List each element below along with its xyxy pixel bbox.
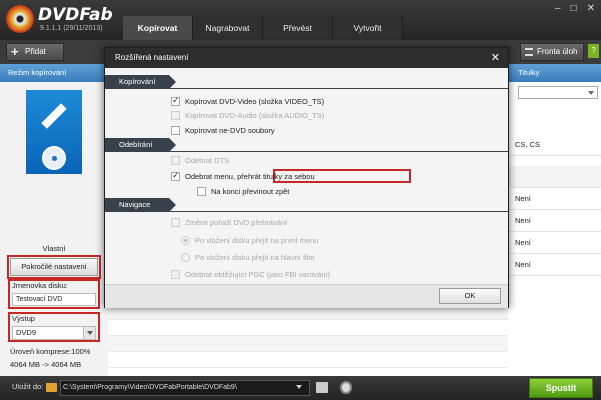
folder-icon [46, 383, 57, 392]
bottom-bar: Uložit do: C:\System\Programy\Video\DVDF… [0, 376, 601, 400]
close-icon[interactable]: ✕ [587, 3, 595, 14]
radio [181, 253, 190, 262]
main-tabs: Kopírovat Nagrabovat Převést Vytvořit [123, 16, 403, 40]
minimize-icon[interactable]: – [555, 3, 561, 14]
output-path-input[interactable]: C:\System\Programy\Video\DVDFabPortable\… [60, 380, 310, 396]
option-label: Na konci převinout zpět [211, 187, 290, 196]
title-bar: DVDFab 9.1.1.1 (29/11/2013) Kopírovat Na… [0, 0, 601, 40]
section-copy-header: Kopírování [105, 75, 176, 89]
checkbox-checked[interactable] [171, 95, 180, 106]
maximize-icon[interactable]: □ [571, 3, 577, 14]
option-label: Kopírovat DVD-Audio (složka AUDIO_TS) [185, 111, 325, 120]
tab-convert[interactable]: Převést [263, 16, 333, 40]
section-divider [105, 88, 508, 89]
checkbox [171, 218, 180, 227]
browse-folder-icon[interactable] [316, 382, 328, 393]
checkbox-checked[interactable] [171, 170, 180, 181]
radio-selected [181, 236, 190, 245]
app-logo-text: DVDFab [38, 5, 113, 25]
option-label: Odebrat DTS [185, 156, 230, 165]
tab-create[interactable]: Vytvořit [333, 16, 403, 40]
window-controls: – □ ✕ [555, 3, 595, 14]
option-label: Odebrat menu, přehrát titulky za sebou [185, 172, 315, 181]
dvdfab-logo-icon [6, 5, 34, 33]
dialog-close-icon[interactable]: ✕ [491, 48, 500, 68]
checkbox [171, 270, 180, 279]
chevron-down-icon[interactable] [296, 385, 302, 389]
section-divider [105, 211, 508, 212]
section-divider [105, 151, 508, 152]
start-button[interactable]: Spustit [529, 378, 593, 398]
checkbox [171, 111, 180, 120]
option-label: Po vložení disku přejít na první menu [195, 236, 319, 245]
iso-disc-icon[interactable] [340, 381, 352, 394]
checkbox [171, 156, 180, 165]
option-label: Po vložení disku přejít na hlavní film [195, 253, 315, 262]
section-remove-header: Odebírání [105, 138, 176, 152]
save-to-label: Uložit do: [12, 382, 44, 391]
tab-rip[interactable]: Nagrabovat [193, 16, 263, 40]
checkbox[interactable] [171, 126, 180, 135]
option-label: Kopírovat ne-DVD soubory [185, 126, 275, 135]
option-label: Změnit pořadí DVD přehrávání [185, 218, 288, 227]
checkbox[interactable] [197, 187, 206, 196]
option-label: Odebrat obtěžující PGC (jako FBI varován… [185, 270, 331, 279]
section-nav-header: Navigace [105, 198, 176, 212]
tab-copy[interactable]: Kopírovat [123, 16, 193, 40]
dialog-title: Rozšířená nastavení [105, 48, 508, 68]
app-version: 9.1.1.1 (29/11/2013) [40, 25, 103, 32]
option-label: Kopírovat DVD-Video (složka VIDEO_TS) [185, 97, 325, 106]
ok-button[interactable]: OK [439, 288, 501, 304]
advanced-settings-dialog: Rozšířená nastavení ✕ Kopírování Kopírov… [104, 47, 509, 308]
